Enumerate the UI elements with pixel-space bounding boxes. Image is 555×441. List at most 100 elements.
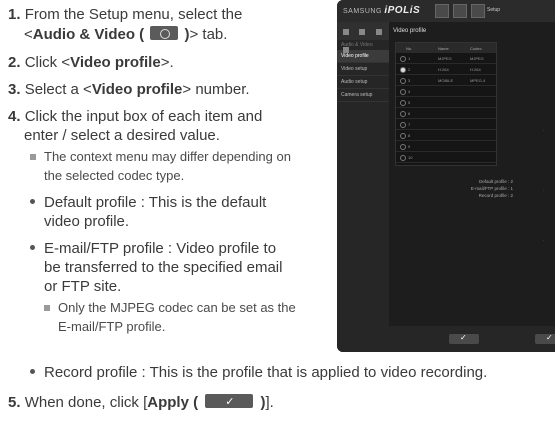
cell-no: 9	[408, 144, 411, 149]
record-profile-label: Record profile : 2	[478, 193, 513, 198]
email-ftp-profile-label: E-mail/FTP profile : 1	[470, 186, 513, 191]
profile-radio[interactable]	[400, 133, 406, 139]
note-context-text-1: The context menu may differ depending on	[44, 149, 291, 164]
profile-radio[interactable]	[400, 78, 406, 84]
table-row[interactable]: 8	[396, 130, 496, 141]
step-5-number: 5.	[8, 394, 21, 411]
cell-no: 1	[408, 56, 411, 61]
playback-tab-icon[interactable]	[453, 4, 467, 18]
profile-radio[interactable]	[400, 89, 406, 95]
bullet-dot-icon	[30, 198, 35, 204]
table-row[interactable]: 3 MOBILE MPEG-4	[396, 75, 496, 86]
sidebar-icon-row	[337, 22, 389, 53]
cell-name: MOBILE	[438, 78, 454, 83]
bullet-dot-icon	[30, 368, 35, 374]
profile-radio[interactable]	[400, 56, 406, 62]
bullet-email-text-1: E-mail/FTP profile : Video profile to	[44, 240, 277, 257]
profile-rows: 1 MJPEG MJPEG 2 H.264 H.264 3 MOBILE MPEG-4 4 5 6 7 8…	[396, 53, 496, 163]
note-context-menu-2: the selected codec type.	[44, 168, 185, 183]
note-mjpeg-1: Only the MJPEG codec can be set as the	[44, 300, 296, 316]
cell-no: 2	[408, 67, 411, 72]
step-4-text-1: Click the input box of each item and	[24, 108, 263, 125]
brand-logo: SAMSUNG iPOLiS	[343, 5, 420, 16]
default-profile-label: Default profile : 2	[478, 179, 513, 184]
header-no: No.	[406, 46, 413, 51]
event-icon[interactable]	[375, 29, 382, 35]
sidebar-item-camera-setup[interactable]: Camera setup	[337, 89, 389, 102]
step-2-bold: Video profile	[70, 54, 161, 71]
screenshot-bottom-bar	[389, 326, 555, 352]
bullet-email-2: be transferred to the specified email	[44, 259, 283, 276]
step-2-number: 2.	[8, 54, 21, 71]
profile-radio[interactable]	[400, 155, 406, 161]
profile-assignments: Default profile : 2 E-mail/FTP profile :…	[433, 178, 513, 199]
step-2-post: >.	[160, 54, 174, 71]
setting-label: ·	[543, 238, 545, 243]
profile-radio[interactable]	[400, 111, 406, 117]
table-row[interactable]: 5	[396, 97, 496, 108]
basic-setup-icon[interactable]	[343, 29, 349, 35]
header-codec: Codec	[470, 46, 482, 51]
header-name: Name	[438, 46, 449, 51]
screenshot-sidebar: Audio & Video Video profile Video setup …	[337, 22, 389, 352]
table-row[interactable]: 4	[396, 86, 496, 97]
cell-name: MJPEG	[438, 56, 452, 61]
table-row[interactable]: 9	[396, 141, 496, 152]
sidebar-item-audio-setup[interactable]: Audio setup	[337, 76, 389, 89]
bullet-record: Record profile : This is the profile tha…	[30, 364, 487, 382]
bullet-default-2: video profile.	[44, 213, 130, 230]
sidebar-item-video-setup[interactable]: Video setup	[337, 63, 389, 76]
step-1-text: From the Setup menu, select the	[24, 6, 243, 23]
table-row[interactable]: 2 H.264 H.264	[396, 64, 496, 75]
bullet-email-1: E-mail/FTP profile : Video profile to	[30, 240, 276, 258]
monitor-tab-icon[interactable]	[435, 4, 449, 18]
network-icon[interactable]	[359, 29, 366, 35]
cell-codec: MPEG-4	[470, 78, 486, 83]
step-1-line-1: 1. From the Setup menu, select the	[8, 6, 242, 24]
bullet-dot-icon	[30, 244, 35, 250]
step-4-number: 4.	[8, 108, 21, 125]
setup-tab-icon[interactable]	[471, 4, 485, 18]
bullet-default-text-1: Default profile : This is the default	[44, 194, 267, 211]
product-name: iPOLiS	[384, 5, 421, 16]
step-2-pre: Click <	[24, 54, 71, 71]
brand-name: SAMSUNG	[343, 8, 382, 15]
setup-screenshot: SAMSUNG iPOLiS Setup Audio & Video Video…	[337, 0, 555, 352]
note-square-icon	[44, 304, 50, 311]
cell-name: H.264	[438, 67, 449, 72]
cell-no: 10	[408, 155, 413, 160]
note-square-icon	[30, 153, 36, 160]
table-row[interactable]: 7	[396, 119, 496, 130]
cell-no: 5	[408, 100, 411, 105]
step-1-lt: <	[24, 26, 33, 43]
profile-radio[interactable]	[400, 100, 406, 106]
step-4-line-1: 4. Click the input box of each item and	[8, 108, 262, 126]
apply-check-icon	[205, 393, 254, 411]
table-row[interactable]: 10	[396, 152, 496, 163]
screenshot-main-panel: Video profile No. Name Codec 1 MJPEG MJPEG…	[393, 28, 555, 352]
step-3-number: 3.	[8, 81, 21, 98]
step-3: 3. Select a <Video profile> number.	[8, 81, 250, 99]
apply-button[interactable]	[449, 333, 479, 344]
table-row[interactable]: 6	[396, 108, 496, 119]
cancel-button[interactable]	[535, 333, 555, 344]
profile-radio[interactable]	[400, 122, 406, 128]
profile-radio[interactable]	[400, 144, 406, 150]
cell-no: 7	[408, 122, 411, 127]
cell-no: 3	[408, 78, 411, 83]
step-5: 5. When done, click [Apply ( )].	[8, 393, 274, 412]
setting-label: ·	[543, 188, 545, 193]
profile-table-header: No. Name Codec	[396, 43, 496, 53]
audio-video-icon	[150, 26, 179, 41]
step-1-bold: Audio & Video (	[32, 26, 145, 43]
table-row[interactable]: 1 MJPEG MJPEG	[396, 53, 496, 64]
setting-label: ·	[543, 128, 545, 133]
panel-title: Video profile	[393, 28, 427, 34]
note-mjpeg-2: E-mail/FTP profile.	[58, 319, 166, 334]
profile-table: No. Name Codec 1 MJPEG MJPEG 2 H.264 H.264 3 MO…	[395, 42, 497, 166]
step-1-number: 1.	[8, 6, 21, 23]
profile-radio[interactable]	[400, 67, 406, 73]
bullet-record-text: Record profile : This is the profile tha…	[44, 364, 488, 381]
step-3-pre: Select a <	[24, 81, 92, 98]
step-3-bold: Video profile	[91, 81, 183, 98]
